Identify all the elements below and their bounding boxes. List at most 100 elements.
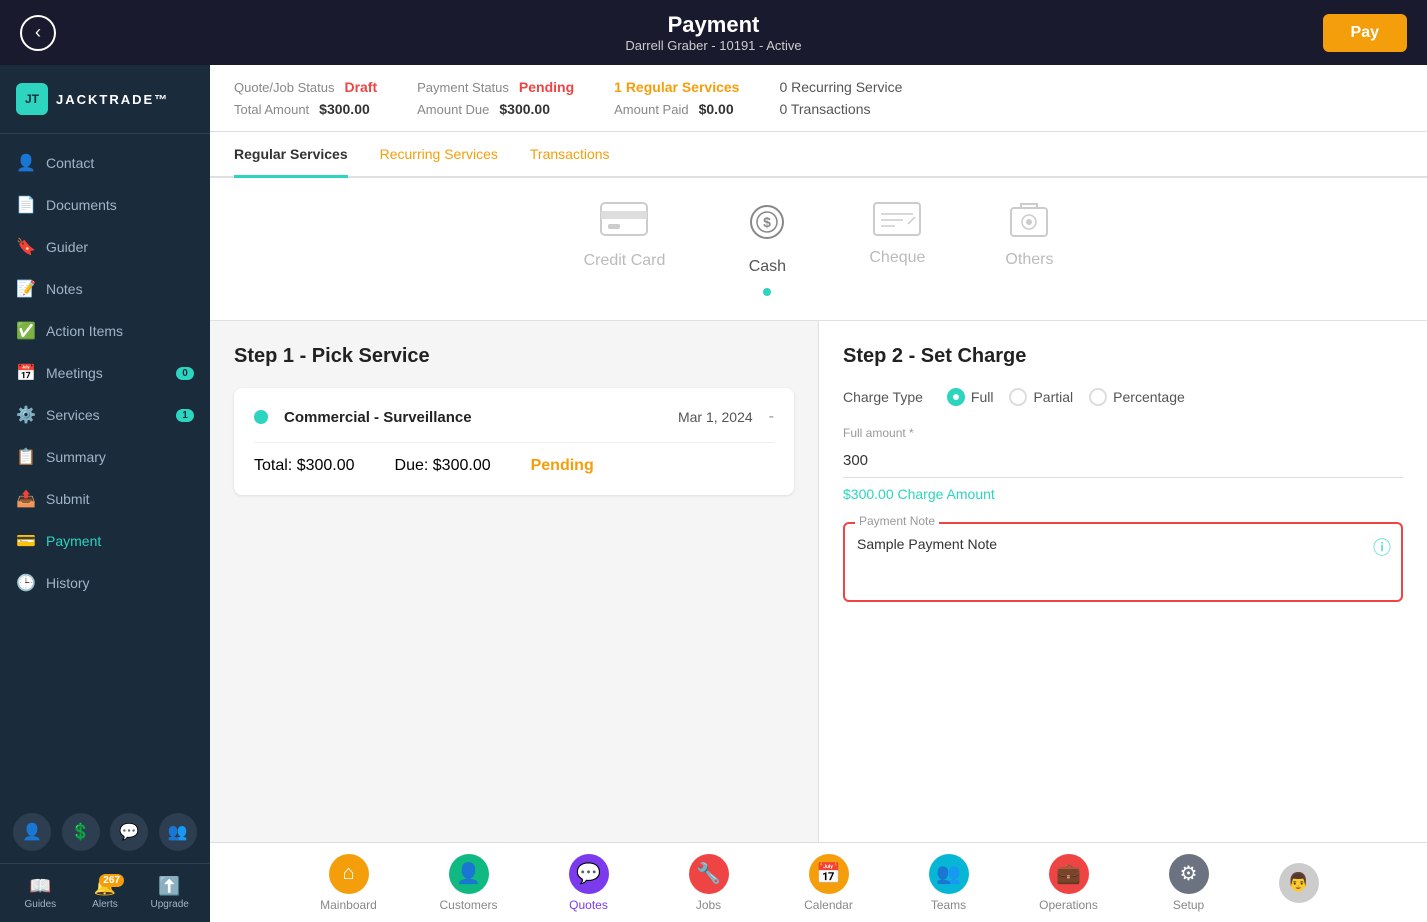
- sidebar-item-label: History: [46, 575, 90, 591]
- amount-paid-row: Amount Paid $0.00: [614, 101, 739, 117]
- radio-percentage[interactable]: Percentage: [1089, 388, 1185, 406]
- sidebar-person-icon[interactable]: 👤: [13, 813, 51, 851]
- sidebar-chat-icon[interactable]: 💬: [110, 813, 148, 851]
- page-title: Payment: [625, 12, 801, 38]
- credit-card-icon: [600, 202, 648, 244]
- regular-services-value: 1 Regular Services: [614, 79, 739, 95]
- service-dash: -: [769, 408, 774, 426]
- logo-icon: JT: [16, 83, 48, 115]
- bottom-nav-operations[interactable]: 💼 Operations: [1039, 854, 1099, 912]
- bottom-nav-setup[interactable]: ⚙ Setup: [1159, 854, 1219, 912]
- payment-note-wrapper: Payment Note Sample Payment Note ⓘ: [843, 522, 1403, 602]
- sidebar-item-label: Documents: [46, 197, 117, 213]
- alerts-label: Alerts: [92, 899, 118, 910]
- payment-method-credit-card[interactable]: Credit Card: [584, 202, 666, 296]
- radio-percentage-circle: [1089, 388, 1107, 406]
- quote-job-status-row: Quote/Job Status Draft: [234, 79, 377, 95]
- amount-due-label: Amount Due: [417, 102, 489, 117]
- status-right-col2: 0 Recurring Service 0 Transactions: [779, 79, 902, 117]
- sidebar-item-guider[interactable]: 🔖 Guider: [0, 226, 210, 268]
- pay-button[interactable]: Pay: [1323, 14, 1407, 52]
- sidebar-item-summary[interactable]: 📋 Summary: [0, 436, 210, 478]
- alerts-badge: 267: [99, 874, 124, 887]
- cash-active-dot: [763, 288, 771, 296]
- bottom-nav-customers[interactable]: 👤 Customers: [439, 854, 499, 912]
- calendar-icon: 📅: [809, 854, 849, 894]
- radio-partial[interactable]: Partial: [1009, 388, 1073, 406]
- full-amount-value[interactable]: 300: [843, 444, 1403, 478]
- amount-paid-label: Amount Paid: [614, 102, 688, 117]
- alerts-button[interactable]: 🔔 Alerts 267: [86, 874, 124, 912]
- sidebar-item-submit[interactable]: 📤 Submit: [0, 478, 210, 520]
- mainboard-label: Mainboard: [320, 898, 377, 912]
- sidebar-item-action-items[interactable]: ✅ Action Items: [0, 310, 210, 352]
- content-area: Quote/Job Status Draft Total Amount $300…: [210, 65, 1427, 922]
- sidebar-item-meetings[interactable]: 📅 Meetings 0: [0, 352, 210, 394]
- sidebar-dollar-icon[interactable]: 💲: [62, 813, 100, 851]
- amount-paid-value: $0.00: [699, 101, 734, 117]
- guides-button[interactable]: 📖 Guides: [21, 874, 59, 912]
- amount-due-value: $300.00: [499, 101, 550, 117]
- submit-icon: 📤: [16, 489, 34, 509]
- tab-transactions[interactable]: Transactions: [530, 132, 610, 176]
- status-right-col1: 1 Regular Services Amount Paid $0.00: [614, 79, 739, 117]
- radio-full[interactable]: Full: [947, 388, 994, 406]
- status-bar: Quote/Job Status Draft Total Amount $300…: [210, 65, 1427, 132]
- jobs-icon: 🔧: [689, 854, 729, 894]
- step2-section: Step 2 - Set Charge Charge Type Full Par…: [818, 321, 1427, 842]
- meetings-badge: 0: [176, 367, 194, 380]
- service-totals-row: Total: $300.00 Due: $300.00 Pending: [254, 443, 774, 475]
- step1-section: Step 1 - Pick Service Commercial - Surve…: [210, 321, 818, 842]
- step2-title: Step 2 - Set Charge: [843, 345, 1403, 368]
- bottom-nav: ⌂ Mainboard 👤 Customers 💬 Quotes 🔧 Jobs …: [210, 842, 1427, 922]
- upgrade-button[interactable]: ⬆️ Upgrade: [151, 874, 189, 912]
- setup-label: Setup: [1173, 898, 1204, 912]
- sidebar-actions: 👤 💲 💬 👥: [0, 801, 210, 863]
- sidebar-item-label: Payment: [46, 533, 101, 549]
- sidebar-item-label: Summary: [46, 449, 106, 465]
- payment-note-field[interactable]: Payment Note Sample Payment Note ⓘ: [843, 522, 1403, 602]
- payment-method-cheque[interactable]: Cheque: [869, 202, 925, 296]
- sidebar-item-documents[interactable]: 📄 Documents: [0, 184, 210, 226]
- payment-methods-section: Credit Card $ Cash Cheque Others: [210, 178, 1427, 321]
- services-badge: 1: [176, 409, 194, 422]
- sidebar-item-notes[interactable]: 📝 Notes: [0, 268, 210, 310]
- bottom-nav-quotes[interactable]: 💬 Quotes: [559, 854, 619, 912]
- bottom-nav-teams[interactable]: 👥 Teams: [919, 854, 979, 912]
- sidebar-item-history[interactable]: 🕒 History: [0, 562, 210, 604]
- charge-type-row: Charge Type Full Partial Percentage: [843, 388, 1403, 406]
- service-status: Pending: [531, 457, 594, 475]
- svg-text:$: $: [763, 214, 771, 230]
- charge-amount-display: $300.00 Charge Amount: [843, 486, 1403, 502]
- tab-regular-services[interactable]: Regular Services: [234, 132, 348, 176]
- sidebar-item-services[interactable]: ⚙️ Services 1: [0, 394, 210, 436]
- others-icon: [1009, 202, 1049, 243]
- full-amount-field: Full amount * 300 $300.00 Charge Amount: [843, 426, 1403, 502]
- payment-icon: 💳: [16, 531, 34, 551]
- steps-content: Step 1 - Pick Service Commercial - Surve…: [210, 321, 1427, 842]
- guides-label: Guides: [24, 899, 56, 910]
- bottom-nav-mainboard[interactable]: ⌂ Mainboard: [319, 854, 379, 912]
- user-avatar[interactable]: 👨: [1279, 863, 1319, 903]
- tabs-bar: Regular Services Recurring Services Tran…: [210, 132, 1427, 178]
- back-button[interactable]: ‹: [20, 15, 56, 51]
- guider-icon: 🔖: [16, 237, 34, 257]
- sidebar-item-label: Submit: [46, 491, 90, 507]
- total-amount-row: Total Amount $300.00: [234, 101, 377, 117]
- service-date: Mar 1, 2024: [678, 409, 753, 425]
- radio-partial-circle: [1009, 388, 1027, 406]
- service-header-row: Commercial - Surveillance Mar 1, 2024 -: [254, 408, 774, 443]
- teams-icon: 👥: [929, 854, 969, 894]
- jobs-label: Jobs: [696, 898, 721, 912]
- tab-recurring-services[interactable]: Recurring Services: [380, 132, 498, 176]
- mainboard-icon: ⌂: [329, 854, 369, 894]
- bottom-nav-jobs[interactable]: 🔧 Jobs: [679, 854, 739, 912]
- payment-method-cash[interactable]: $ Cash: [745, 202, 789, 296]
- sidebar-people-icon[interactable]: 👥: [159, 813, 197, 851]
- bottom-nav-calendar[interactable]: 📅 Calendar: [799, 854, 859, 912]
- cash-icon: $: [745, 202, 789, 250]
- payment-method-others[interactable]: Others: [1005, 202, 1053, 296]
- sidebar-item-payment[interactable]: 💳 Payment: [0, 520, 210, 562]
- sidebar-item-contact[interactable]: 👤 Contact: [0, 142, 210, 184]
- transactions-label: 0 Transactions: [779, 101, 902, 117]
